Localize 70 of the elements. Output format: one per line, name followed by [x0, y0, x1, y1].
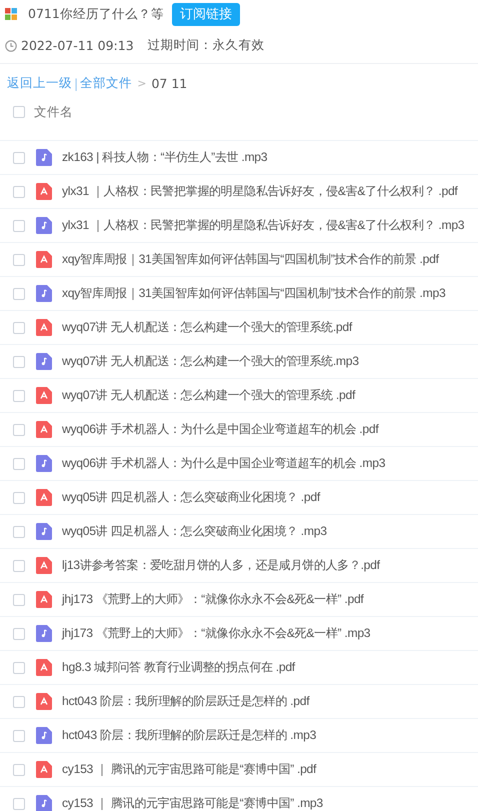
file-name[interactable]: hct043 阶层：我所理解的阶层跃迁是怎样的 .pdf: [62, 693, 310, 710]
music-file-icon: [36, 149, 52, 166]
checkbox[interactable]: [13, 730, 25, 742]
file-name[interactable]: wyq07讲 无人机配送：怎么构建一个强大的管理系统.pdf: [62, 319, 352, 336]
file-name[interactable]: wyq05讲 四足机器人：怎么突破商业化困境？ .pdf: [62, 489, 320, 506]
checkbox[interactable]: [13, 220, 25, 232]
checkbox[interactable]: [13, 152, 25, 164]
checkbox[interactable]: [13, 424, 25, 436]
music-file-icon: [36, 795, 52, 811]
music-file-icon: [36, 455, 52, 472]
checkbox[interactable]: [13, 106, 25, 118]
column-header: 文件名: [34, 104, 73, 120]
file-name[interactable]: wyq06讲 手术机器人：为什么是中国企业弯道超车的机会 .pdf: [62, 421, 378, 438]
clock-icon: [5, 40, 17, 52]
file-name[interactable]: cy153 ｜ 腾讯的元宇宙思路可能是“赛博中国” .pdf: [62, 761, 316, 778]
checkbox[interactable]: [13, 662, 25, 674]
checkbox[interactable]: [13, 594, 25, 606]
music-file-icon: [36, 625, 52, 642]
checkbox[interactable]: [13, 492, 25, 504]
file-name[interactable]: lj13讲参考答案：爱吃甜月饼的人多，还是咸月饼的人多？.pdf: [62, 557, 380, 574]
expiry-text: 过期时间：永久有效: [148, 37, 265, 54]
pdf-file-icon: [36, 183, 52, 200]
checkbox[interactable]: [13, 458, 25, 470]
checkbox[interactable]: [13, 288, 25, 300]
chevron-icon: >: [137, 76, 146, 90]
file-name[interactable]: wyq07讲 无人机配送：怎么构建一个强大的管理系统.mp3: [62, 353, 359, 370]
current-folder: 07 11: [151, 76, 188, 90]
checkbox[interactable]: [13, 186, 25, 198]
file-name[interactable]: cy153 ｜ 腾讯的元宇宙思路可能是“赛博中国” .mp3: [62, 795, 323, 811]
pdf-file-icon: [36, 489, 52, 506]
pdf-file-icon: [36, 387, 52, 404]
file-name[interactable]: jhj173 《荒野上的大师》：“就像你永永不会&死&一样” .mp3: [62, 625, 370, 642]
share-date: 2022-07-11 09:13: [21, 38, 134, 53]
file-name[interactable]: wyq06讲 手术机器人：为什么是中国企业弯道超车的机会 .mp3: [62, 455, 386, 472]
file-name[interactable]: xqy智库周报｜31美国智库如何评估韩国与“四国机制”技术合作的前景 .mp3: [62, 285, 446, 302]
file-name[interactable]: ylx31 ｜人格权：民警把掌握的明星隐私告诉好友，侵&害&了什么权利？ .mp3: [62, 217, 464, 234]
checkbox[interactable]: [13, 390, 25, 402]
pdf-file-icon: [36, 421, 52, 438]
music-file-icon: [36, 353, 52, 370]
pdf-file-icon: [36, 659, 52, 676]
pdf-file-icon: [36, 557, 52, 574]
file-name[interactable]: jhj173 《荒野上的大师》：“就像你永永不会&死&一样” .pdf: [62, 591, 364, 608]
separator: |: [74, 76, 78, 90]
pdf-file-icon: [36, 693, 52, 710]
file-name[interactable]: ylx31 ｜人格权：民警把掌握的明星隐私告诉好友，侵&害&了什么权利？ .pdf: [62, 183, 458, 200]
music-file-icon: [36, 217, 52, 234]
file-name[interactable]: xqy智库周报｜31美国智库如何评估韩国与“四国机制”技术合作的前景 .pdf: [62, 251, 439, 268]
pdf-file-icon: [36, 591, 52, 608]
checkbox[interactable]: [13, 798, 25, 810]
checkbox[interactable]: [13, 560, 25, 572]
checkbox[interactable]: [13, 322, 25, 334]
music-file-icon: [36, 727, 52, 744]
checkbox[interactable]: [13, 526, 25, 538]
pdf-file-icon: [36, 319, 52, 336]
windows-logo-icon: [5, 8, 17, 20]
file-name[interactable]: wyq05讲 四足机器人：怎么突破商业化困境？ .mp3: [62, 523, 327, 540]
pdf-file-icon: [36, 761, 52, 778]
file-name[interactable]: wyq07讲 无人机配送：怎么构建一个强大的管理系统 .pdf: [62, 387, 356, 404]
checkbox[interactable]: [13, 254, 25, 266]
file-name[interactable]: hct043 阶层：我所理解的阶层跃迁是怎样的 .mp3: [62, 727, 316, 744]
checkbox[interactable]: [13, 764, 25, 776]
music-file-icon: [36, 523, 52, 540]
file-name[interactable]: hg8.3 城邦问答 教育行业调整的拐点何在 .pdf: [62, 659, 295, 676]
music-file-icon: [36, 285, 52, 302]
file-name[interactable]: zk163 | 科技人物：“半仿生人”去世 .mp3: [62, 149, 268, 166]
checkbox[interactable]: [13, 628, 25, 640]
checkbox[interactable]: [13, 356, 25, 368]
share-title: 0711你经历了什么？等: [28, 6, 164, 22]
pdf-file-icon: [36, 251, 52, 268]
checkbox[interactable]: [13, 696, 25, 708]
